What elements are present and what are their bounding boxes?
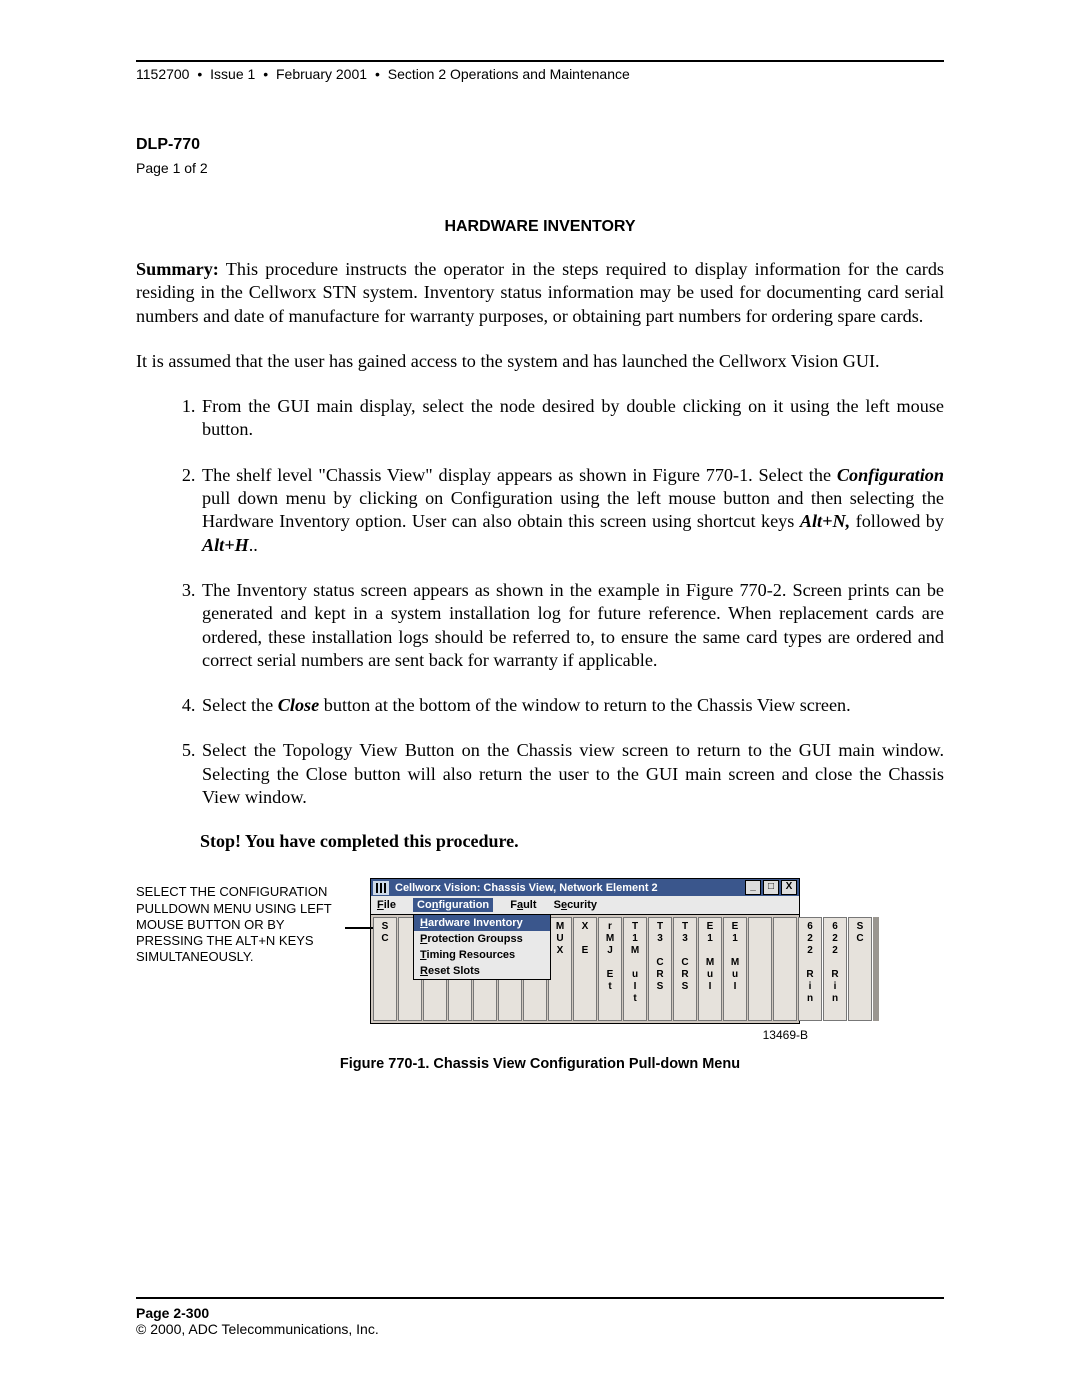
dlp-block: DLP-770 Page 1 of 2 [136, 136, 944, 176]
step-2-altn: Alt+N, [800, 511, 850, 531]
figure-caption: Figure 770-1. Chassis View Configuration… [136, 1056, 944, 1072]
slot: E 1 M u I [723, 917, 747, 1021]
slot [748, 917, 772, 1021]
slot [773, 917, 797, 1021]
dropdown-item-hardware-inventory[interactable]: Hardware Inventory [414, 915, 550, 931]
summary-paragraph: Summary: This procedure instructs the op… [136, 258, 944, 328]
menu-security[interactable]: Security [554, 899, 597, 911]
menu-fault[interactable]: Fault [510, 899, 536, 911]
top-rule [136, 60, 944, 62]
step-2-alth: Alt+H [202, 535, 249, 555]
slot: T 1 M u I t [623, 917, 647, 1021]
step-4: Select the Close button at the bottom of… [200, 694, 944, 717]
slot: T 3 C R S [648, 917, 672, 1021]
app-window: Cellworx Vision: Chassis View, Network E… [370, 878, 800, 1024]
slot: 6 2 2 R i n [798, 917, 822, 1021]
dropdown-item-reset-slots[interactable]: Reset Slots [414, 963, 550, 979]
step-4-close: Close [278, 695, 319, 715]
figure-770-1: SELECT THE CONFIGURATION PULLDOWN MENU U… [136, 878, 944, 1024]
figure-callout-note: SELECT THE CONFIGURATION PULLDOWN MENU U… [136, 878, 354, 965]
page-footer: Page 2-300 © 2000, ADC Telecommunication… [136, 1305, 379, 1337]
step-2-text-a: The shelf level "Chassis View" display a… [202, 465, 837, 485]
summary-label: Summary: [136, 259, 219, 279]
window-title: Cellworx Vision: Chassis View, Network E… [395, 882, 658, 894]
dropdown-item-timing-resources[interactable]: Timing Resources [414, 947, 550, 963]
dropdown-item-protection-groups[interactable]: Protection Groupss [414, 931, 550, 947]
step-5: Select the Topology View Button on the C… [200, 739, 944, 809]
document-page: 1152700 • Issue 1 • February 2001 • Sect… [0, 0, 1080, 1397]
window-title-bar: Cellworx Vision: Chassis View, Network E… [371, 879, 799, 896]
bullet-icon: • [193, 66, 206, 82]
figure-image-area: Cellworx Vision: Chassis View, Network E… [362, 878, 944, 1024]
step-2-text-c: followed by [850, 511, 944, 531]
step-3: The Inventory status screen appears as s… [200, 579, 944, 672]
doc-number: 1152700 [136, 66, 189, 82]
minimize-icon[interactable]: _ [745, 880, 761, 895]
bullet-icon: • [259, 66, 272, 82]
slot: S C [373, 917, 397, 1021]
figure-id: 13469-B [136, 1028, 808, 1042]
assumption-paragraph: It is assumed that the user has gained a… [136, 350, 944, 373]
slot: 6 2 2 R i n [823, 917, 847, 1021]
close-icon[interactable]: X [781, 880, 797, 895]
maximize-icon[interactable]: □ [763, 880, 779, 895]
stop-line: Stop! You have completed this procedure. [200, 831, 944, 852]
bullet-icon: • [371, 66, 384, 82]
slot: S C [848, 917, 872, 1021]
page-title: HARDWARE INVENTORY [136, 218, 944, 236]
slot: T 3 C R S [673, 917, 697, 1021]
slot: M U X [548, 917, 572, 1021]
step-2-configuration: Configuration [837, 465, 944, 485]
footer-page: Page 2-300 [136, 1305, 379, 1321]
client-area: S C C M U X X E r M J E t T 1 M u I t T … [371, 915, 799, 1023]
step-2: The shelf level "Chassis View" display a… [200, 464, 944, 557]
section: Section 2 Operations and Maintenance [388, 66, 630, 82]
dlp-code: DLP-770 [136, 136, 944, 154]
procedure-steps: From the GUI main display, select the no… [136, 395, 944, 809]
footer-copyright: © 2000, ADC Telecommunications, Inc. [136, 1321, 379, 1337]
slot: E 1 M u I [698, 917, 722, 1021]
running-header: 1152700 • Issue 1 • February 2001 • Sect… [136, 66, 944, 82]
step-1: From the GUI main display, select the no… [200, 395, 944, 442]
summary-text: This procedure instructs the operator in… [136, 259, 944, 326]
menu-file[interactable]: File [377, 899, 396, 911]
menu-bar: File Configuration Fault Security [371, 896, 799, 915]
slot: r M J E t [598, 917, 622, 1021]
issue: Issue 1 [210, 66, 255, 82]
configuration-dropdown: Hardware Inventory Protection Groupss Ti… [413, 914, 551, 980]
app-icon [373, 881, 389, 895]
step-4-text-a: Select the [202, 695, 278, 715]
menu-configuration[interactable]: Configuration [413, 898, 493, 912]
dlp-page: Page 1 of 2 [136, 160, 944, 176]
chassis-edge [873, 917, 879, 1021]
slot: X E [573, 917, 597, 1021]
step-4-text-b: button at the bottom of the window to re… [319, 695, 850, 715]
step-2-text-d: .. [249, 535, 258, 555]
bottom-rule [136, 1297, 944, 1299]
date: February 2001 [276, 66, 367, 82]
